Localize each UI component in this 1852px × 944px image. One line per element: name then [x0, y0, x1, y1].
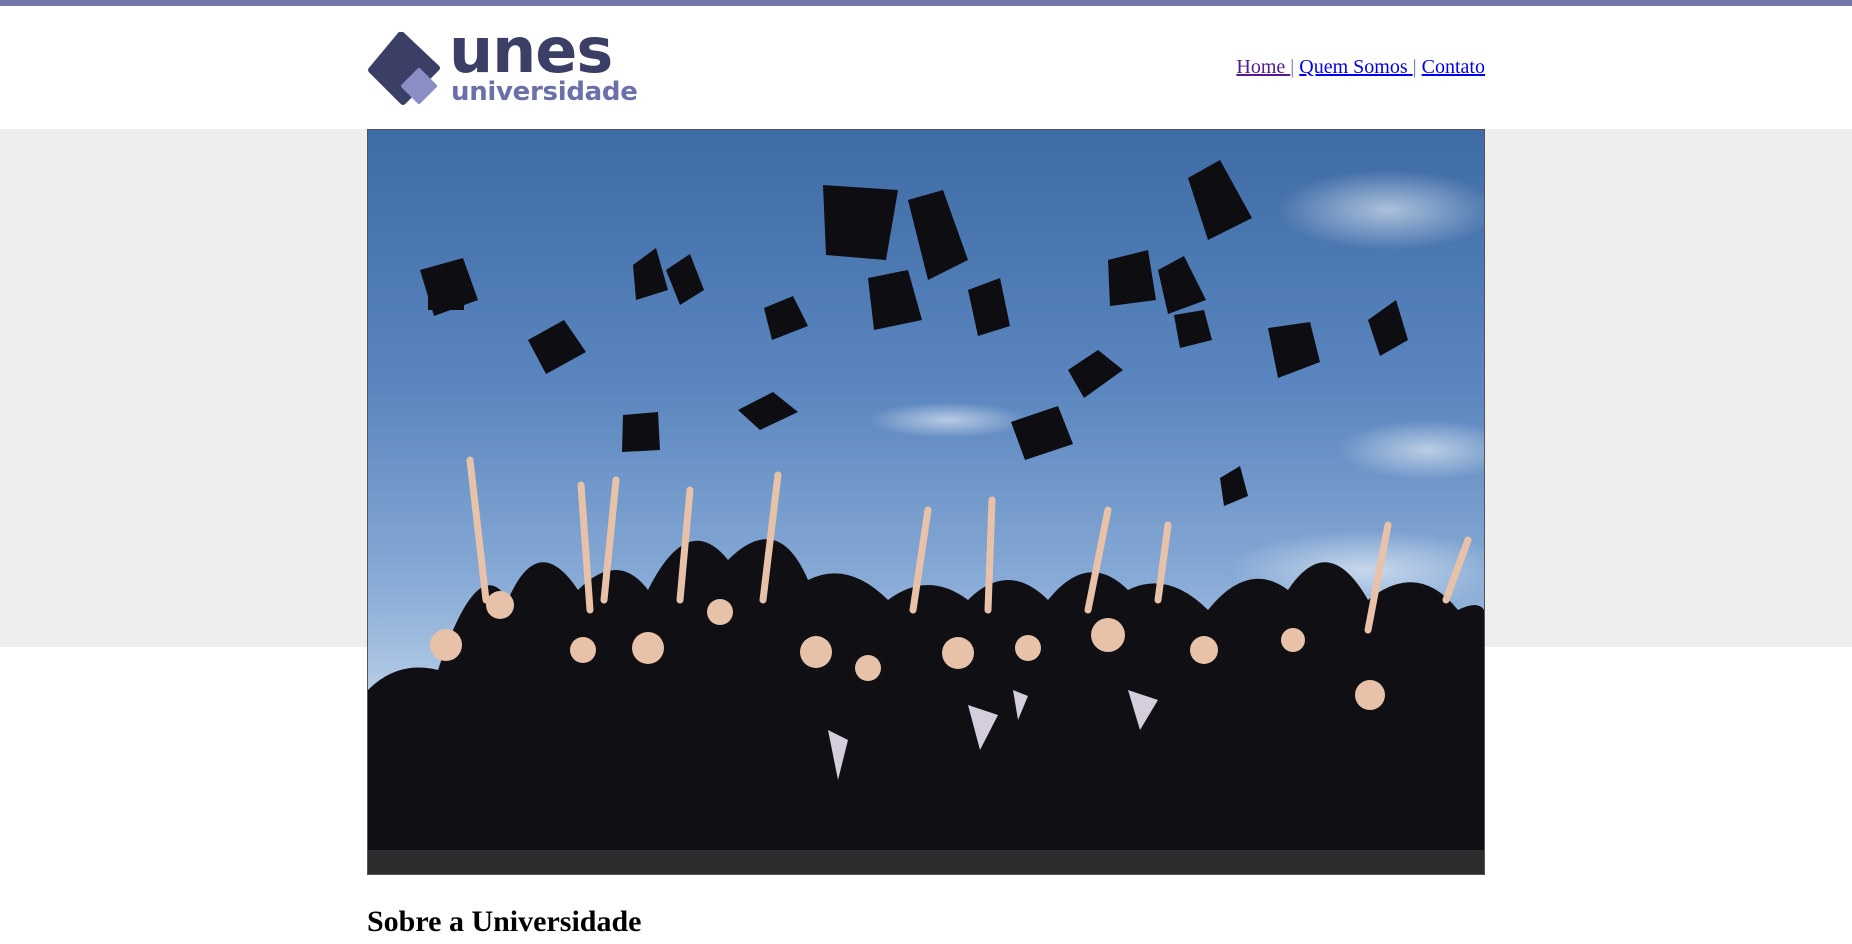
section-heading-about: Sobre a Universidade: [367, 905, 642, 938]
hero-image: [367, 129, 1485, 875]
graduation-photo-illustration: [368, 160, 1484, 874]
nav-link-quem-somos[interactable]: Quem Somos: [1299, 56, 1412, 78]
nav-link-home[interactable]: Home: [1236, 56, 1290, 78]
flying-caps: [420, 160, 1408, 506]
nav-link-contato[interactable]: Contato: [1422, 56, 1485, 78]
nav-separator: |: [1412, 56, 1417, 78]
logo-diamond-icon: [368, 32, 440, 105]
graduates-crowd: [368, 456, 1484, 874]
logo-tagline: universidade: [451, 77, 638, 107]
logo-wordmark: unes: [449, 14, 613, 87]
main-nav: Home | Quem Somos | Contato: [1236, 56, 1485, 79]
site-header: unes universidade Home | Quem Somos | Co…: [367, 6, 1485, 129]
site-logo[interactable]: unes universidade: [367, 20, 638, 112]
nav-separator: |: [1290, 56, 1295, 78]
